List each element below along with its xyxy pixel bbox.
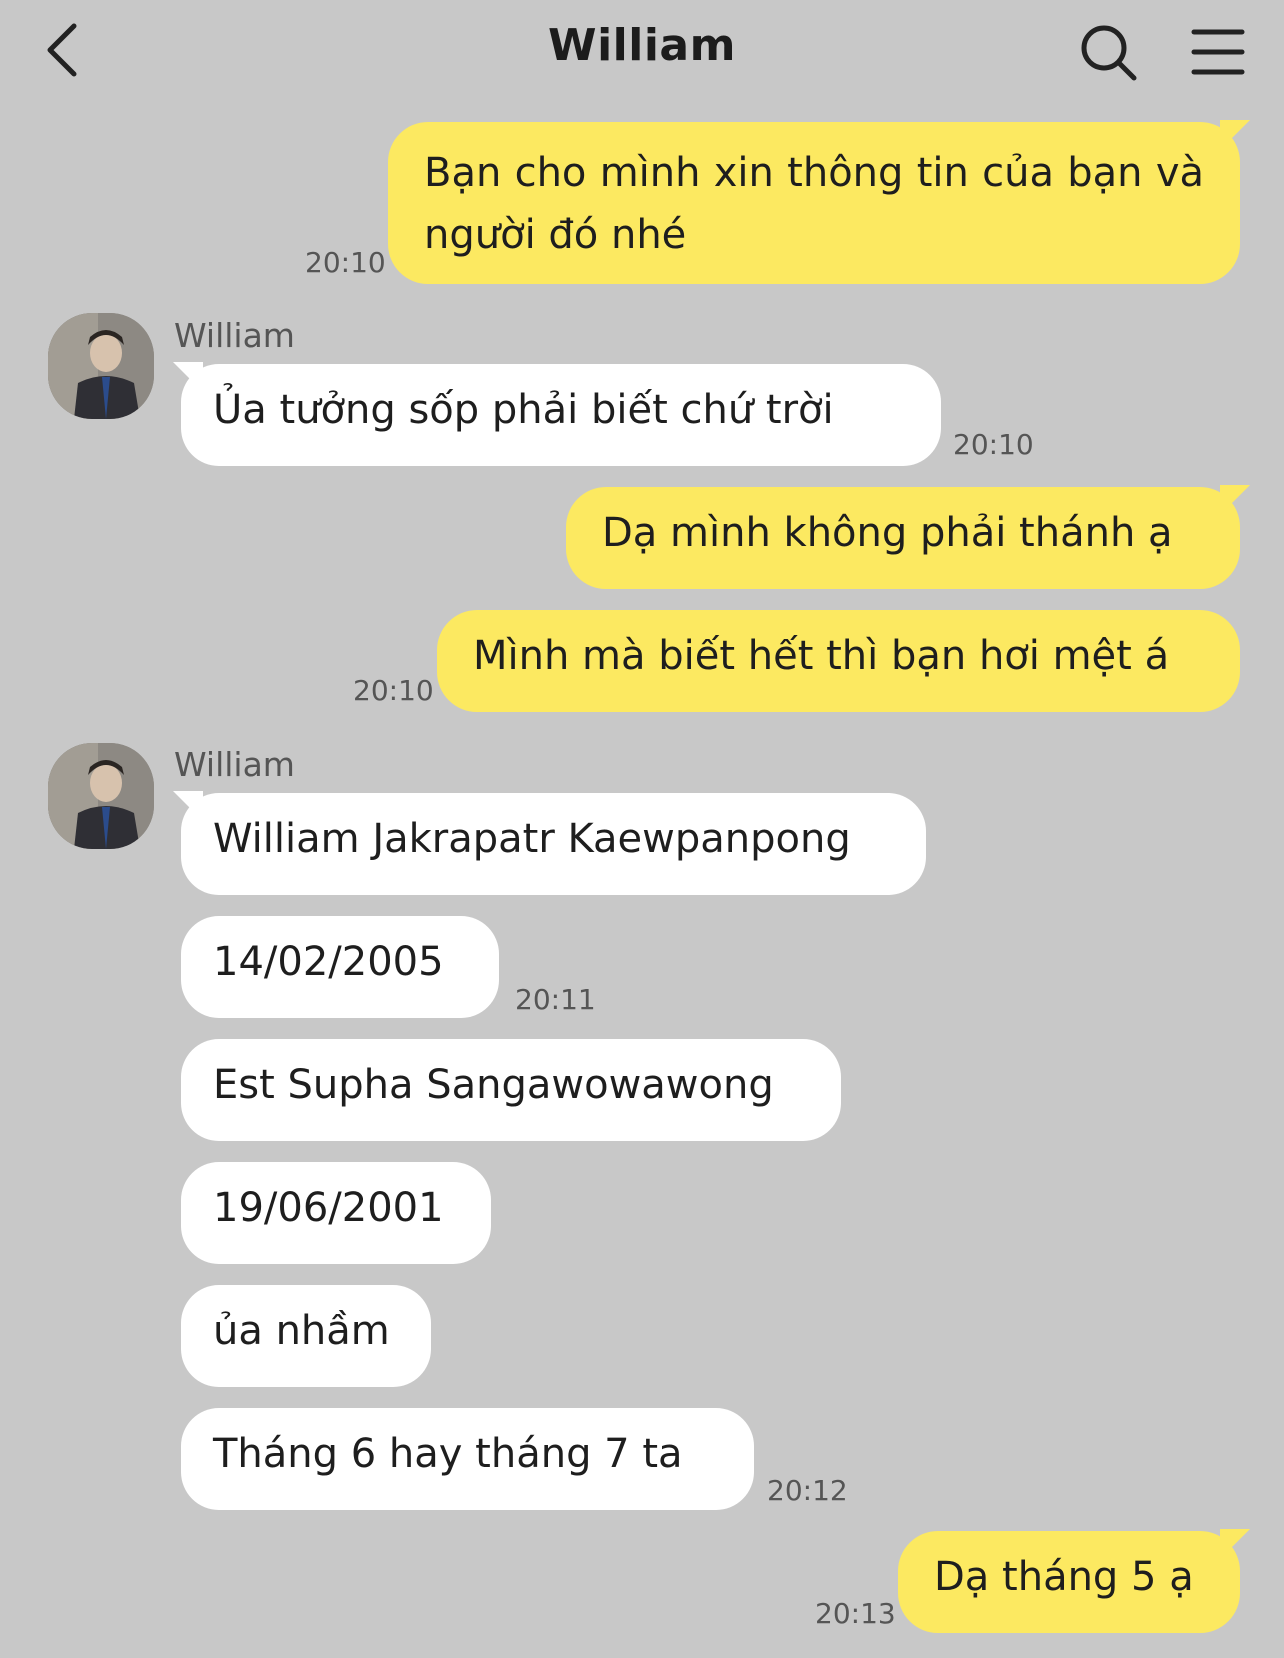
incoming-message[interactable]: Ủa tưởng sốp phải biết chứ trời [173, 362, 941, 466]
message-text: ủa nhầm [213, 1308, 390, 1354]
message-time: 20:10 [353, 674, 434, 707]
sender-name: William [174, 316, 295, 355]
menu-button[interactable] [1190, 26, 1246, 78]
outgoing-message[interactable]: Bạn cho mình xin thông tin của bạn và ng… [388, 120, 1250, 284]
incoming-message[interactable]: Est Supha Sangawowawong [181, 1039, 841, 1141]
message-text: Mình mà biết hết thì bạn hơi mệt á [473, 633, 1170, 679]
message-time: 20:10 [953, 428, 1034, 461]
avatar-photo-icon [48, 313, 154, 419]
message-text: Dạ mình không phải thánh ạ [602, 510, 1173, 556]
incoming-message[interactable]: William Jakrapatr Kaewpanpong [173, 791, 926, 895]
incoming-message[interactable]: 19/06/2001 [181, 1162, 491, 1264]
message-text: Bạn cho mình xin thông tin của bạn và ng… [424, 150, 1204, 258]
incoming-message[interactable]: ủa nhầm [181, 1285, 431, 1387]
bubble-tail-icon [1220, 1529, 1250, 1559]
incoming-message[interactable]: 14/02/2005 [181, 916, 499, 1018]
outgoing-message[interactable]: Mình mà biết hết thì bạn hơi mệt á [437, 610, 1240, 712]
chat-header: William [0, 0, 1284, 100]
outgoing-message[interactable]: Dạ mình không phải thánh ạ [566, 485, 1250, 589]
bubble-tail-icon [173, 362, 203, 392]
menu-icon [1191, 29, 1245, 75]
avatar[interactable] [48, 313, 154, 419]
avatar-photo-icon [48, 743, 154, 849]
bubble-tail-icon [1220, 485, 1250, 515]
message-text: William Jakrapatr Kaewpanpong [213, 816, 851, 862]
message-time: 20:11 [515, 983, 596, 1016]
message-text: Ủa tưởng sốp phải biết chứ trời [213, 387, 834, 433]
incoming-message[interactable]: Tháng 6 hay tháng 7 ta [181, 1408, 754, 1510]
message-time: 20:10 [305, 246, 386, 279]
message-text: Tháng 6 hay tháng 7 ta [213, 1431, 683, 1477]
message-text: 14/02/2005 [213, 939, 444, 985]
bubble-tail-icon [1220, 120, 1250, 150]
sender-name: William [174, 745, 295, 784]
outgoing-message[interactable]: Dạ tháng 5 ạ [898, 1529, 1250, 1633]
bubble-tail-icon [173, 791, 203, 821]
search-button[interactable] [1078, 22, 1140, 84]
message-text: Est Supha Sangawowawong [213, 1062, 774, 1108]
search-icon [1081, 25, 1137, 81]
avatar[interactable] [48, 743, 154, 849]
message-time: 20:12 [767, 1474, 848, 1507]
message-text: 19/06/2001 [213, 1185, 444, 1231]
message-time: 20:13 [815, 1597, 896, 1630]
message-text: Dạ tháng 5 ạ [934, 1554, 1194, 1600]
